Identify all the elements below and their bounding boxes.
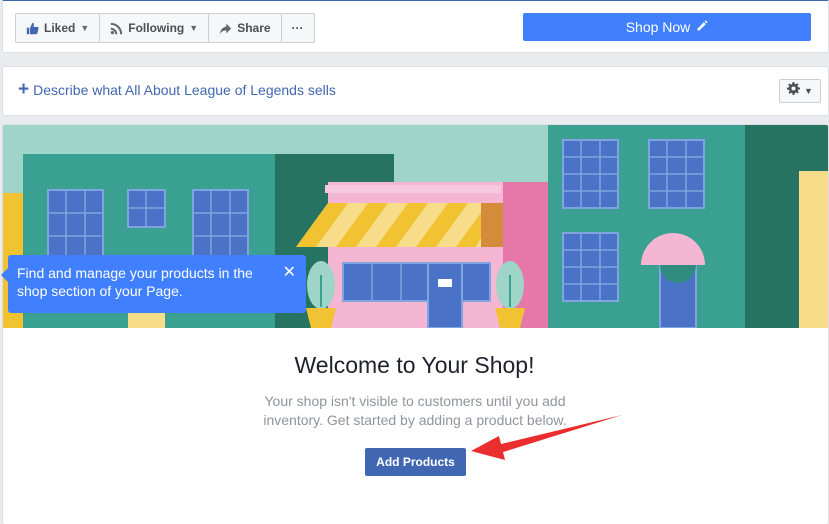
plus-icon: + [18, 79, 30, 100]
more-options-button[interactable]: ··· [282, 14, 314, 42]
more-dots-icon: ··· [291, 21, 304, 35]
settings-button[interactable]: ▼ [779, 79, 821, 103]
add-products-button[interactable]: Add Products [365, 448, 466, 476]
pencil-icon [696, 19, 708, 35]
tooltip-text: Find and manage your products in the sho… [17, 265, 253, 299]
thumbs-up-icon [26, 22, 39, 35]
share-arrow-icon [219, 22, 232, 35]
shop-now-label: Shop Now [625, 19, 691, 35]
chevron-down-icon: ▼ [80, 23, 90, 33]
shop-welcome-title: Welcome to Your Shop! [294, 352, 535, 378]
share-button[interactable]: Share [209, 14, 282, 42]
chevron-down-icon: ▼ [189, 23, 199, 33]
page-action-group: Liked ▼ Following ▼ Share ··· [15, 13, 315, 43]
liked-label: Liked [44, 21, 76, 35]
liked-button[interactable]: Liked ▼ [16, 14, 101, 42]
close-icon[interactable]: ✕ [283, 265, 296, 281]
describe-shop-link[interactable]: + Describe what All About League of Lege… [18, 79, 336, 100]
shop-now-button[interactable]: Shop Now [523, 13, 811, 41]
description-bar: + Describe what All About League of Lege… [2, 66, 829, 116]
share-label: Share [237, 21, 271, 35]
page-action-bar: Liked ▼ Following ▼ Share ··· Shop Now [2, 0, 829, 53]
following-button[interactable]: Following ▼ [100, 14, 210, 42]
add-products-label: Add Products [376, 455, 455, 469]
following-label: Following [128, 21, 185, 35]
chevron-down-icon: ▼ [804, 86, 813, 96]
rss-icon [110, 22, 123, 35]
shop-tooltip: Find and manage your products in the sho… [1, 255, 306, 313]
gear-icon [787, 82, 801, 100]
annotation-arrow [471, 415, 622, 460]
describe-shop-text: Describe what All About League of Legend… [33, 82, 336, 98]
